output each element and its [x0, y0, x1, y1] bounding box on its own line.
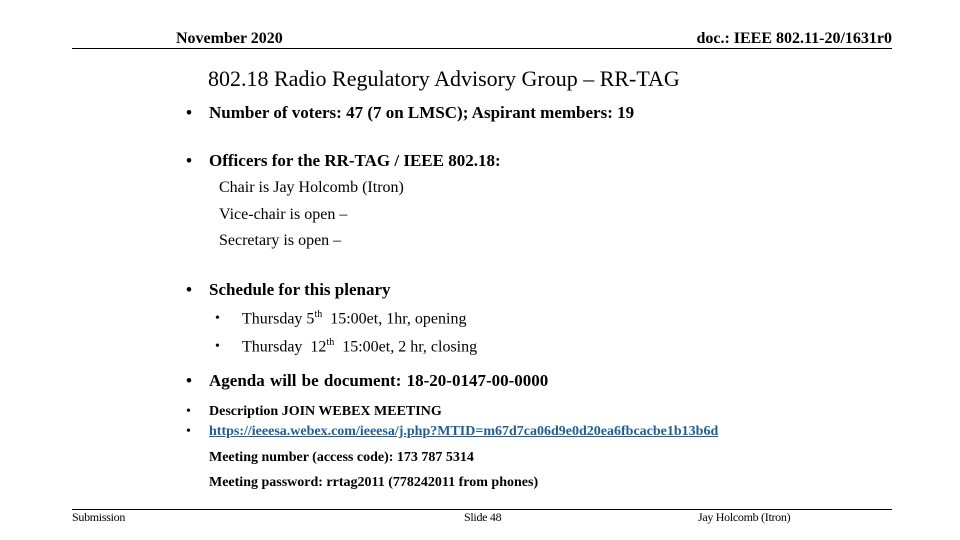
officers-heading: Officers for the RR-TAG / IEEE 802.18: — [209, 151, 501, 170]
bullet-icon: • — [186, 280, 192, 299]
bullet-icon: • — [186, 371, 192, 390]
webex-description: Description JOIN WEBEX MEETING — [209, 404, 442, 419]
sub-bullet-icon: • — [215, 339, 220, 354]
header-doc-id: doc.: IEEE 802.11-20/1631r0 — [696, 30, 892, 47]
schedule-item-closing: Thursday 12th 15:00et, 2 hr, closing — [242, 337, 477, 356]
schedule-day: Thursday 12 — [242, 338, 327, 356]
header-date: November 2020 — [176, 30, 283, 47]
header-divider — [72, 48, 892, 49]
footer-slide-number: Slide 48 — [464, 510, 502, 524]
sub-bullet-icon: • — [215, 311, 220, 326]
agenda-text: Agenda will be document: 18-20-0147-00-0… — [209, 371, 549, 390]
schedule-detail: 15:00et, 1hr, opening — [322, 310, 467, 328]
footer-author: Jay Holcomb (Itron) — [698, 510, 791, 524]
schedule-heading: Schedule for this plenary — [209, 280, 391, 299]
schedule-item-opening: Thursday 5th 15:00et, 1hr, opening — [242, 309, 466, 328]
slide-title: 802.18 Radio Regulatory Advisory Group –… — [208, 66, 680, 91]
schedule-day: Thursday 5 — [242, 310, 315, 328]
officer-vice-chair: Vice-chair is open – — [219, 206, 348, 223]
webex-meeting-number: Meeting number (access code): 173 787 53… — [209, 450, 474, 465]
bullet-icon: • — [186, 103, 192, 122]
officer-chair: Chair is Jay Holcomb (Itron) — [219, 179, 404, 196]
webex-meeting-link[interactable]: https://ieeesa.webex.com/ieeesa/j.php?MT… — [209, 424, 718, 440]
bullet-icon: • — [186, 151, 192, 170]
officer-secretary: Secretary is open – — [219, 232, 342, 249]
bullet-icon: • — [186, 424, 191, 439]
voters-text: Number of voters: 47 (7 on LMSC); Aspira… — [209, 103, 635, 122]
bullet-icon: • — [186, 404, 191, 419]
schedule-detail: 15:00et, 2 hr, closing — [334, 338, 478, 356]
webex-password: Meeting password: rrtag2011 (778242011 f… — [209, 475, 539, 490]
footer-submission: Submission — [72, 510, 126, 524]
